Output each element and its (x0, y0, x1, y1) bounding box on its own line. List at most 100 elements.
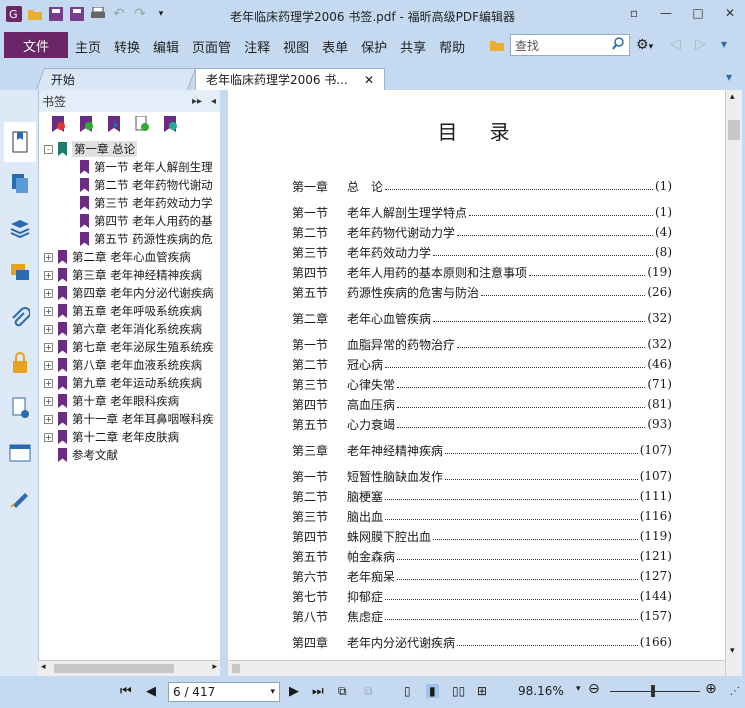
toc-entry[interactable]: 第一节 老年人解剖生理学特点 (1) (292, 204, 672, 220)
attachments-panel-icon[interactable] (7, 305, 33, 331)
toc-entry[interactable]: 第四节 高血压病 (81) (292, 396, 672, 412)
toc-entry[interactable]: 第三节 老年药效动力学 (8) (292, 244, 672, 260)
prev-page-icon[interactable]: ◀ (146, 684, 156, 699)
toc-entry[interactable]: 第一节 短暂性脑缺血发作 (107) (292, 468, 672, 484)
bookmark-item[interactable]: + 第十二章 老年皮肤病 (44, 428, 179, 446)
expand-icon[interactable]: + (44, 378, 53, 388)
signature-panel-icon[interactable] (7, 485, 33, 511)
tab-start[interactable]: 开始 (35, 68, 197, 90)
toc-entry[interactable]: 第三节 脑出血 (116) (292, 508, 672, 524)
gear-icon[interactable]: ⚙▾ (636, 37, 653, 53)
security-panel-icon[interactable] (7, 350, 33, 376)
menu-form[interactable]: 表单 (322, 37, 348, 56)
expand-icon[interactable]: + (44, 252, 53, 262)
bookmark-item[interactable]: 第二节 老年药物代谢动 (80, 176, 213, 194)
panel-splitter[interactable] (220, 90, 228, 676)
expand-icon[interactable]: + (44, 432, 53, 442)
menu-edit[interactable]: 编辑 (153, 37, 179, 56)
add-child-bookmark-icon[interactable] (107, 115, 121, 135)
next-view-icon[interactable]: ⧉ (364, 684, 373, 699)
bookmark-panel-icon[interactable] (4, 122, 36, 162)
close-tab-icon[interactable]: ✕ (364, 73, 374, 87)
facing-page-icon[interactable]: ▯▯ (452, 684, 465, 698)
expand-icon[interactable]: + (44, 288, 53, 298)
collapse-icon[interactable]: - (44, 144, 53, 154)
expand-icon[interactable]: + (44, 270, 53, 280)
menu-page[interactable]: 页面管 (192, 37, 231, 56)
expand-icon[interactable]: + (44, 342, 53, 352)
toc-entry[interactable]: 第二节 脑梗塞 (111) (292, 488, 672, 504)
delete-bookmark-icon[interactable] (51, 115, 65, 135)
expand-icon[interactable] (44, 451, 53, 460)
menu-comment[interactable]: 注释 (244, 37, 270, 56)
tab-document[interactable]: 老年临床药理学2006 书... ✕ (195, 68, 385, 90)
resize-grip-icon[interactable]: ⋰ (730, 686, 740, 697)
new-bookmark-page-icon[interactable] (135, 115, 149, 135)
bookmark-item[interactable]: + 第九章 老年运动系统疾病 (44, 374, 202, 392)
close-button[interactable]: ✕ (721, 4, 739, 22)
search-icon[interactable] (612, 37, 625, 53)
toc-entry[interactable]: 第四节 老年人用药的基本原则和注意事项 (19) (292, 264, 672, 280)
last-page-icon[interactable]: ⏭ (312, 684, 324, 699)
toc-entry[interactable]: 第五节 药源性疾病的危害与防治 (26) (292, 284, 672, 300)
page-dropdown-icon[interactable]: ▾ (270, 687, 275, 697)
menu-protect[interactable]: 保护 (361, 37, 387, 56)
page-number-input[interactable]: 6 / 417 ▾ (168, 682, 280, 702)
previous-icon[interactable]: ◁ (670, 36, 681, 52)
bookmark-item[interactable]: 参考文献 (44, 446, 118, 464)
pages-panel-icon[interactable] (7, 170, 33, 196)
bookmark-item[interactable]: - 第一章 总论 (44, 140, 138, 158)
collapse-panel-icon[interactable]: ◂ (211, 96, 216, 107)
bookmark-item[interactable]: + 第六章 老年消化系统疾病 (44, 320, 202, 338)
expand-icon[interactable]: + (44, 396, 53, 406)
zoom-in-icon[interactable]: ⊕ (705, 681, 717, 697)
zoom-slider-thumb[interactable] (651, 685, 655, 697)
bookmark-item[interactable]: + 第五章 老年呼吸系统疾病 (44, 302, 202, 320)
document-horizontal-scrollbar[interactable] (228, 660, 725, 676)
expand-icon[interactable]: + (44, 414, 53, 424)
bookmark-item[interactable]: + 第十章 老年眼科疾病 (44, 392, 179, 410)
expand-icon[interactable]: + (44, 306, 53, 316)
toc-entry[interactable]: 第八节 焦虑症 (157) (292, 608, 672, 624)
bookmark-item[interactable]: 第三节 老年药效动力学 (80, 194, 213, 212)
menu-share[interactable]: 共享 (400, 37, 426, 56)
expand-icon[interactable]: + (44, 324, 53, 334)
file-menu-button[interactable]: 文件 (4, 32, 68, 58)
bookmark-item[interactable]: 第一节 老年人解剖生理 (80, 158, 213, 176)
next-page-icon[interactable]: ▶ (289, 684, 299, 699)
bookmark-properties-icon[interactable] (163, 115, 177, 135)
bookmark-item[interactable]: + 第三章 老年神经精神疾病 (44, 266, 202, 284)
restore-ribbon-icon[interactable]: ▫ (625, 4, 643, 22)
toc-entry[interactable]: 第一章 总 论 (1) (292, 178, 672, 194)
toc-entry[interactable]: 第三节 心律失常 (71) (292, 376, 672, 392)
document-vertical-scrollbar[interactable]: ▴ ▾ (725, 90, 742, 676)
expand-icon[interactable]: + (44, 360, 53, 370)
toc-entry[interactable]: 第四节 蛛网膜下腔出血 (119) (292, 528, 672, 544)
toc-entry[interactable]: 第七节 抑郁症 (144) (292, 588, 672, 604)
continuous-page-icon[interactable]: ▮ (426, 684, 439, 698)
toc-entry[interactable]: 第五节 心力衰竭 (93) (292, 416, 672, 432)
add-bookmark-icon[interactable] (79, 115, 93, 135)
toc-entry[interactable]: 第二节 冠心病 (46) (292, 356, 672, 372)
toc-entry[interactable]: 第三章 老年神经精神疾病 (107) (292, 442, 672, 458)
previous-view-icon[interactable]: ⧉ (338, 684, 347, 699)
next-icon[interactable]: ▷ (695, 36, 706, 52)
menu-convert[interactable]: 转换 (114, 37, 140, 56)
toc-entry[interactable]: 第二章 老年心血管疾病 (32) (292, 310, 672, 326)
content-panel-icon[interactable] (7, 440, 33, 466)
tab-list-icon[interactable]: ▾ (726, 70, 732, 84)
first-page-icon[interactable]: ⏮ (120, 684, 132, 699)
bookmark-item[interactable]: 第五节 药源性疾病的危 (80, 230, 213, 248)
toc-entry[interactable]: 第五节 帕金森病 (121) (292, 548, 672, 564)
zoom-slider[interactable] (610, 691, 700, 692)
layers-panel-icon[interactable] (7, 215, 33, 241)
zoom-dropdown-icon[interactable]: ▾ (576, 684, 581, 694)
find-folder-icon[interactable] (489, 38, 505, 55)
ribbon-options-icon[interactable]: ▾ (721, 37, 727, 51)
document-properties-icon[interactable] (7, 395, 33, 421)
expand-panel-icon[interactable]: ▸▸ (192, 96, 202, 107)
bookmark-item[interactable]: + 第四章 老年内分泌代谢疾病 (44, 284, 214, 302)
zoom-level[interactable]: 98.16% (518, 684, 564, 698)
bookmark-item[interactable]: + 第二章 老年心血管疾病 (44, 248, 191, 266)
bookmark-item[interactable]: + 第十一章 老年耳鼻咽喉科疾 (44, 410, 214, 428)
